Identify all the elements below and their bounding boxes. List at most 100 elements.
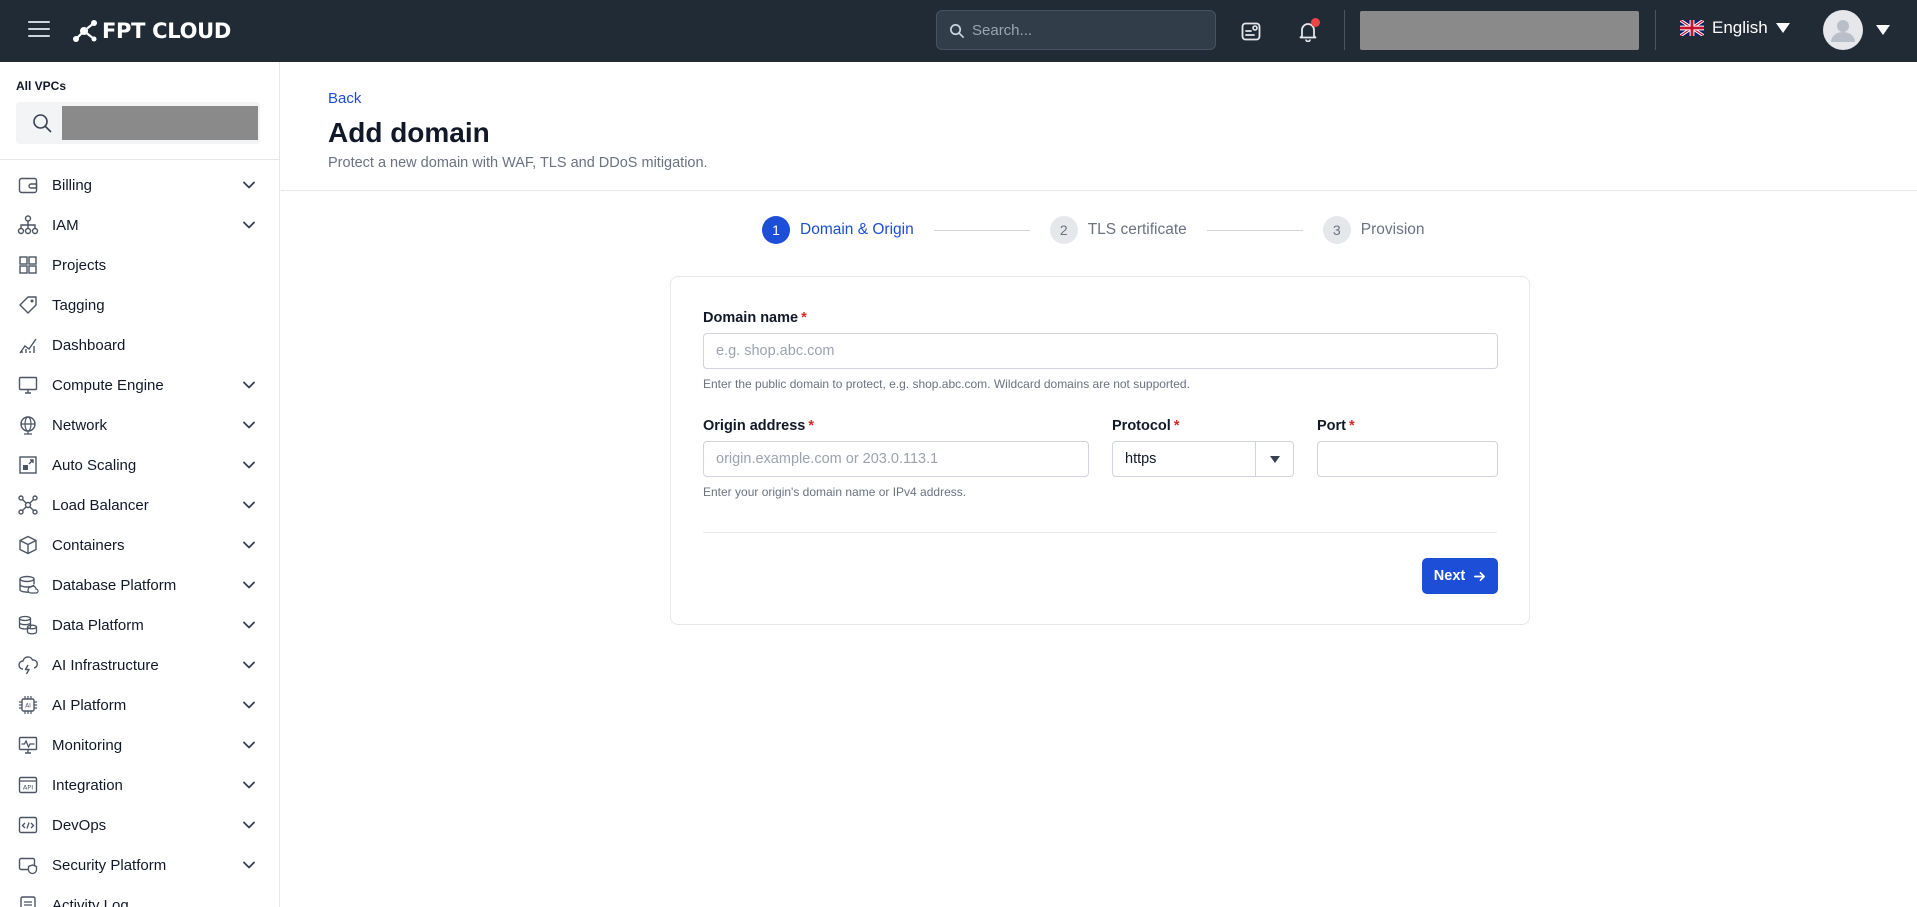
chevron-down-icon[interactable] — [242, 498, 256, 512]
sidebar-item-containers[interactable]: Containers — [0, 525, 279, 565]
grid-icon — [17, 254, 39, 276]
protocol-label-text: Protocol — [1112, 418, 1171, 434]
search-icon — [950, 23, 964, 38]
sidebar-item-tagging[interactable]: Tagging — [0, 285, 279, 325]
sidebar-item-label: Security Platform — [52, 856, 167, 874]
avatar[interactable] — [1823, 10, 1863, 50]
redacted-account-field[interactable] — [1360, 11, 1639, 50]
chevron-down-icon[interactable] — [242, 418, 256, 432]
sidebar-item-billing[interactable]: Billing — [0, 165, 279, 205]
chevron-down-icon[interactable] — [242, 378, 256, 392]
required-mark: * — [1173, 418, 1180, 434]
sidebar-item-label: Tagging — [52, 296, 105, 314]
sidebar-item-integration[interactable]: API Integration — [0, 765, 279, 805]
next-button[interactable]: Next — [1422, 558, 1498, 594]
header-divider — [281, 190, 1917, 191]
chevron-down-icon[interactable] — [242, 458, 256, 472]
sidebar-item-label: DevOps — [52, 816, 107, 834]
log-icon — [17, 894, 39, 907]
page-title: Add domain — [328, 117, 490, 148]
chevron-down-icon[interactable] — [242, 178, 256, 192]
sidebar-item-security-platform[interactable]: Security Platform — [0, 845, 279, 885]
origin-address-input[interactable] — [703, 441, 1089, 477]
chevron-down-icon[interactable] — [242, 818, 256, 832]
chevron-down-icon[interactable] — [242, 738, 256, 752]
back-link[interactable]: Back — [328, 90, 361, 107]
step-label: Provision — [1360, 221, 1425, 238]
sidebar-item-label: Projects — [52, 256, 107, 274]
required-mark: * — [808, 418, 814, 434]
chevron-down-icon[interactable] — [242, 618, 256, 632]
chevron-down-icon[interactable] — [242, 538, 256, 552]
global-search[interactable] — [936, 10, 1216, 50]
protocol-value: https — [1125, 451, 1157, 467]
chevron-down-icon — [1270, 456, 1280, 463]
search-icon — [33, 114, 52, 133]
step-provision[interactable]: 3 Provision — [1322, 216, 1425, 244]
menu-icon[interactable] — [28, 20, 50, 38]
sidebar-item-network[interactable]: Network — [0, 405, 279, 445]
avatar-icon — [1831, 20, 1855, 42]
language-selector[interactable]: English — [1680, 18, 1790, 38]
wallet-icon — [17, 174, 39, 196]
chevron-down-icon[interactable] — [242, 658, 256, 672]
data-stack-icon — [17, 614, 39, 636]
sidebar-item-devops[interactable]: DevOps — [0, 805, 279, 845]
domain-name-input[interactable] — [703, 333, 1498, 369]
chevron-down-icon[interactable] — [242, 218, 256, 232]
protocol-select[interactable]: https — [1112, 441, 1294, 477]
select-divider — [1255, 442, 1256, 476]
sidebar-item-ai-infrastructure[interactable]: AI Infrastructure — [0, 645, 279, 685]
vpc-search[interactable] — [16, 102, 260, 144]
port-input[interactable] — [1317, 441, 1498, 477]
sidebar-item-projects[interactable]: Projects — [0, 245, 279, 285]
origin-address-hint: Enter your origin's domain name or IPv4 … — [703, 485, 967, 499]
chevron-down-icon[interactable] — [242, 858, 256, 872]
step-number: 2 — [1049, 216, 1078, 244]
chevron-down-icon[interactable] — [1876, 25, 1890, 35]
sidebar-item-label: Monitoring — [52, 736, 123, 754]
api-icon: API — [17, 774, 39, 796]
step-connector — [1206, 229, 1303, 231]
notification-bell[interactable] — [1294, 17, 1322, 45]
chevron-down-icon[interactable] — [242, 778, 256, 792]
sidebar-item-auto-scaling[interactable]: Auto Scaling — [0, 445, 279, 485]
sidebar-nav: Billing IAM Projects Tagging Dashboard C… — [0, 165, 279, 907]
sidebar-item-label: Billing — [52, 176, 93, 194]
uk-flag-icon — [1680, 20, 1704, 36]
search-input[interactable] — [972, 21, 1192, 39]
user-card-icon[interactable] — [1237, 17, 1265, 45]
sidebar-item-label: AI Infrastructure — [52, 656, 159, 674]
sidebar-item-activity-log[interactable]: Activity Log — [0, 885, 279, 907]
sidebar-item-iam[interactable]: IAM — [0, 205, 279, 245]
brand-logo[interactable]: FPT CLOUD — [72, 17, 231, 45]
sidebar-item-label: Activity Log — [52, 896, 129, 907]
sidebar-item-monitoring[interactable]: Monitoring — [0, 725, 279, 765]
sidebar-item-data-platform[interactable]: Data Platform — [0, 605, 279, 645]
top-bar: FPT CLOUD English — [0, 0, 1917, 62]
port-label: Port * — [1317, 418, 1355, 434]
brand-name: FPT CLOUD — [102, 19, 232, 43]
sidebar-item-dashboard[interactable]: Dashboard — [0, 325, 279, 365]
redacted-vpc-field[interactable] — [62, 106, 258, 140]
sidebar-item-database-platform[interactable]: Database Platform — [0, 565, 279, 605]
header-divider — [1344, 10, 1345, 50]
sidebar-item-label: Auto Scaling — [52, 456, 137, 474]
sidebar-item-load-balancer[interactable]: Load Balancer — [0, 485, 279, 525]
chevron-down-icon[interactable] — [242, 698, 256, 712]
globe-icon — [17, 414, 39, 436]
chevron-down-icon[interactable] — [242, 578, 256, 592]
notification-dot — [1311, 18, 1320, 27]
hierarchy-icon — [17, 214, 39, 236]
sidebar-item-label: IAM — [52, 216, 79, 234]
port-label-text: Port — [1317, 418, 1346, 434]
main-content: Back Add domain Protect a new domain wit… — [281, 62, 1917, 907]
step-domain-origin[interactable]: 1 Domain & Origin — [762, 216, 914, 244]
chart-icon — [17, 334, 39, 356]
step-label: TLS certificate — [1087, 221, 1187, 238]
sidebar-item-compute-engine[interactable]: Compute Engine — [0, 365, 279, 405]
sidebar-item-ai-platform[interactable]: AI AI Platform — [0, 685, 279, 725]
sidebar: All VPCs Billing IAM Projects Tagging Da… — [0, 62, 280, 907]
scaling-icon — [17, 454, 39, 476]
step-tls-certificate[interactable]: 2 TLS certificate — [1049, 216, 1187, 244]
